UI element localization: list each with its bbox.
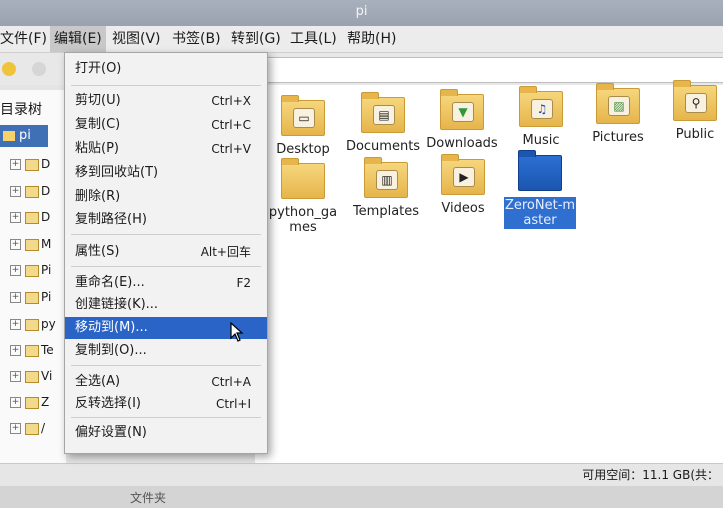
- menu-bookmarks[interactable]: 书签(B): [172, 26, 221, 52]
- folder-icon: [281, 158, 325, 199]
- expand-icon[interactable]: +: [10, 265, 21, 276]
- menu-item-move-to-trash[interactable]: 移到回收站(T): [65, 162, 267, 184]
- menu-item-copy[interactable]: 复制(C) Ctrl+C: [65, 114, 267, 136]
- menu-separator: [71, 417, 261, 418]
- menu-item-cut[interactable]: 剪切(U) Ctrl+X: [65, 90, 267, 112]
- expand-icon[interactable]: +: [10, 371, 21, 382]
- sidebar-selected-home[interactable]: pi: [0, 125, 48, 147]
- menu-item-open[interactable]: 打开(O): [65, 58, 267, 80]
- menu-item-copy-to[interactable]: 复制到(O)...: [65, 340, 267, 362]
- desktop-folder-icon: ▭: [281, 95, 325, 136]
- expand-icon[interactable]: +: [10, 319, 21, 330]
- menu-go[interactable]: 转到(G): [231, 26, 281, 52]
- file-python-games[interactable]: python_games: [257, 158, 349, 235]
- menu-file[interactable]: 文件(F): [0, 26, 47, 52]
- status-bar: 可用空间：11.1 GB(共：: [0, 463, 723, 486]
- expand-icon[interactable]: +: [10, 423, 21, 434]
- tree-item[interactable]: + D: [10, 209, 50, 225]
- folder-icon: [25, 344, 39, 357]
- folder-icon: [25, 238, 39, 251]
- tree-item[interactable]: + Vi: [10, 368, 52, 384]
- window-titlebar: pi: [0, 0, 723, 26]
- tree-item[interactable]: + Pi: [10, 289, 51, 305]
- file-zeronet-master[interactable]: ZeroNet-master: [494, 150, 586, 229]
- menu-edit[interactable]: 编辑(E): [50, 26, 106, 52]
- documents-folder-icon: ▤: [361, 92, 405, 133]
- free-space-label: 可用空间：11.1 GB(共：: [582, 468, 719, 482]
- window-title: pi: [355, 4, 368, 19]
- menu-separator: [71, 266, 261, 267]
- public-folder-icon: ⚲: [673, 80, 717, 121]
- expand-icon[interactable]: +: [10, 212, 21, 223]
- tree-item[interactable]: + Pi: [10, 262, 51, 278]
- folder-icon: [25, 264, 39, 277]
- sidebar-selected-label: pi: [19, 128, 31, 143]
- bottom-strip: 文件夹: [0, 486, 723, 508]
- menu-tools[interactable]: 工具(L): [290, 26, 337, 52]
- folder-icon: [25, 370, 39, 383]
- expand-icon[interactable]: +: [10, 186, 21, 197]
- menu-item-rename[interactable]: 重命名(E)... F2: [65, 272, 267, 294]
- bottom-text: 文件夹: [130, 491, 167, 505]
- home-folder-icon: [3, 130, 15, 141]
- expand-icon[interactable]: +: [10, 292, 21, 303]
- menu-help[interactable]: 帮助(H): [347, 26, 396, 52]
- pictures-folder-icon: ▨: [596, 83, 640, 124]
- expand-icon[interactable]: +: [10, 239, 21, 250]
- menu-separator: [71, 365, 261, 366]
- folder-icon: [25, 422, 39, 435]
- expand-icon[interactable]: +: [10, 345, 21, 356]
- edit-menu-dropdown: 打开(O) 剪切(U) Ctrl+X 复制(C) Ctrl+C 粘贴(P) Ctrl+…: [64, 52, 268, 454]
- tree-item[interactable]: + Z: [10, 394, 49, 410]
- menu-item-preferences[interactable]: 偏好设置(N): [65, 422, 267, 444]
- music-folder-icon: ♫: [519, 86, 563, 127]
- downloads-folder-icon: ▼: [440, 89, 484, 130]
- folder-icon: [518, 150, 562, 191]
- menu-item-copy-path[interactable]: 复制路径(H): [65, 209, 267, 231]
- tree-item[interactable]: + py: [10, 316, 56, 332]
- sidebar-title: 目录树: [0, 102, 42, 118]
- back-icon[interactable]: [32, 62, 46, 76]
- menu-item-create-link[interactable]: 创建链接(K)...: [65, 294, 267, 316]
- tree-item[interactable]: + Te: [10, 342, 54, 358]
- sidebar-tree: [0, 90, 66, 470]
- path-bar[interactable]: [255, 57, 723, 83]
- expand-icon[interactable]: +: [10, 159, 21, 170]
- folder-icon: [25, 318, 39, 331]
- menu-item-select-all[interactable]: 全选(A) Ctrl+A: [65, 371, 267, 393]
- menu-item-paste[interactable]: 粘贴(P) Ctrl+V: [65, 138, 267, 160]
- tree-item[interactable]: + M: [10, 236, 51, 252]
- menu-view[interactable]: 视图(V): [112, 26, 161, 52]
- tree-item[interactable]: + D: [10, 156, 50, 172]
- videos-folder-icon: ▶: [441, 154, 485, 195]
- folder-icon: [25, 396, 39, 409]
- mouse-cursor-icon: [230, 322, 244, 342]
- menu-item-properties[interactable]: 属性(S) Alt+回车: [65, 241, 267, 263]
- home-icon[interactable]: [2, 62, 16, 76]
- folder-icon: [25, 158, 39, 171]
- expand-icon[interactable]: +: [10, 397, 21, 408]
- menu-item-delete[interactable]: 删除(R): [65, 186, 267, 208]
- folder-icon: [25, 211, 39, 224]
- templates-folder-icon: ▥: [364, 157, 408, 198]
- tree-item[interactable]: + /: [10, 420, 45, 436]
- folder-icon: [25, 291, 39, 304]
- menu-item-invert-selection[interactable]: 反转选择(I) Ctrl+I: [65, 393, 267, 415]
- menu-separator: [71, 85, 261, 86]
- tree-item[interactable]: + D: [10, 183, 50, 199]
- menu-separator: [71, 234, 261, 235]
- file-public[interactable]: ⚲ Public: [649, 80, 723, 142]
- file-desktop[interactable]: ▭ Desktop: [257, 95, 349, 157]
- menubar: 文件(F) 编辑(E) 视图(V) 书签(B) 转到(G) 工具(L) 帮助(H…: [0, 26, 723, 53]
- folder-icon: [25, 185, 39, 198]
